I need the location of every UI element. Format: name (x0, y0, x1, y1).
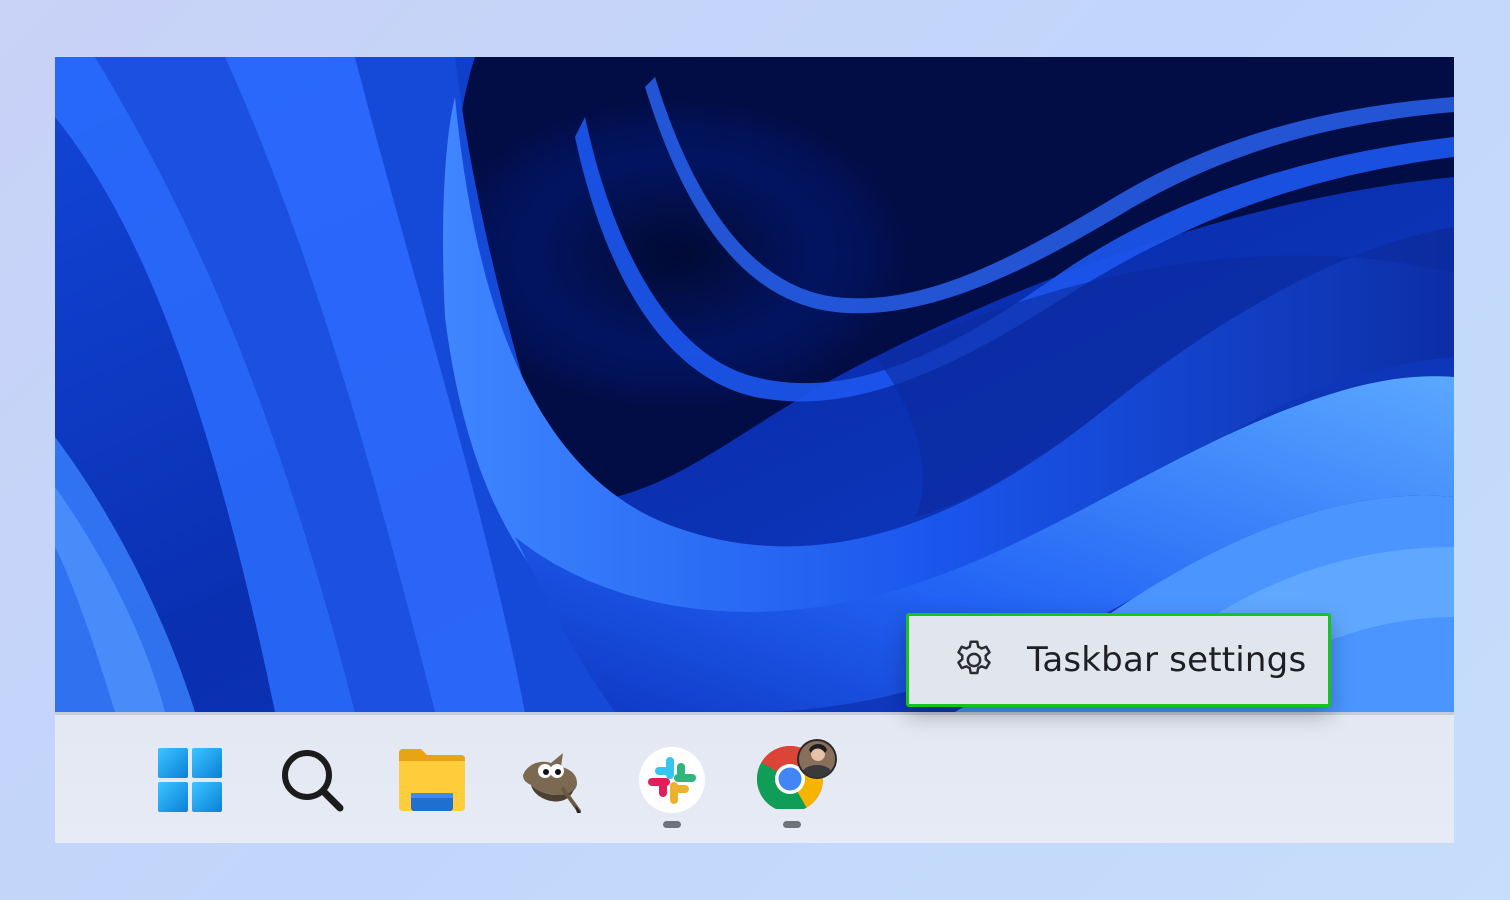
taskbar-settings-label: Taskbar settings (1027, 640, 1307, 680)
slack-running-indicator (663, 821, 681, 828)
chrome-button[interactable] (757, 739, 837, 815)
start-button[interactable] (155, 745, 225, 815)
folder-icon (399, 749, 465, 811)
slack-button[interactable] (637, 745, 707, 815)
desktop-screen: Taskbar settings (55, 57, 1454, 843)
taskbar-context-menu: Taskbar settings (906, 613, 1331, 707)
gear-icon (951, 637, 997, 683)
gimp-icon (523, 753, 581, 813)
chrome-icon (757, 739, 837, 809)
chrome-running-indicator (783, 821, 801, 828)
windows-start-icon (158, 748, 222, 812)
taskbar (55, 712, 1454, 843)
search-button[interactable] (277, 745, 347, 815)
gimp-button[interactable] (517, 745, 587, 815)
slack-icon (639, 747, 705, 813)
taskbar-settings-menu-item[interactable]: Taskbar settings (915, 622, 1322, 698)
search-icon (282, 750, 344, 812)
file-explorer-button[interactable] (397, 745, 467, 815)
